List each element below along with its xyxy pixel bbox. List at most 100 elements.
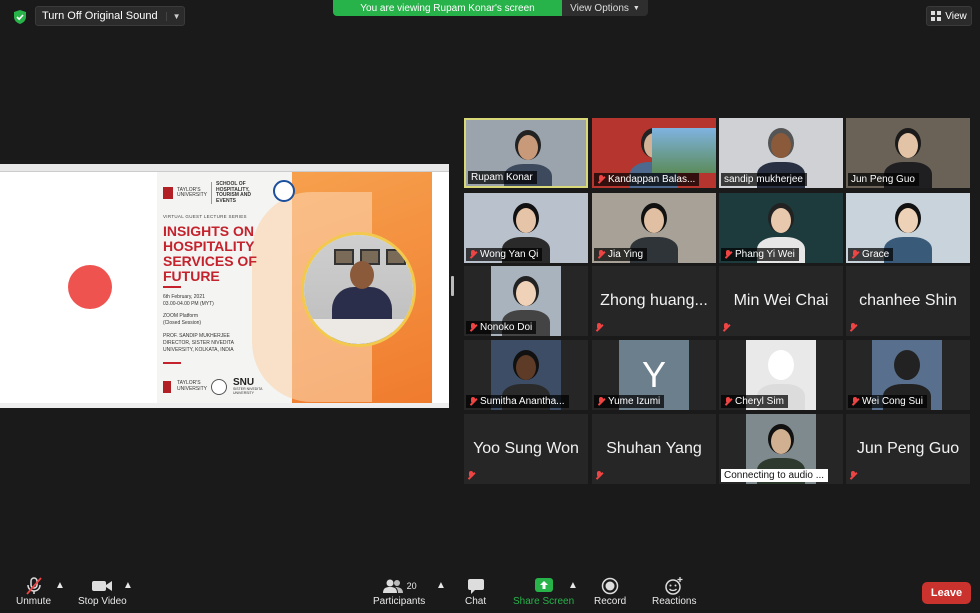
microphone-muted-icon bbox=[851, 397, 859, 406]
smiley-plus-icon bbox=[665, 577, 683, 595]
slide-session: (Closed Session) bbox=[163, 320, 202, 326]
shared-screen[interactable]: TAYLOR'S UNIVERSITY SCHOOL OF HOSPITALIT… bbox=[0, 164, 449, 408]
participant-tile[interactable]: Min Wei Chai bbox=[719, 266, 843, 336]
turn-off-original-sound-button[interactable]: Turn Off Original Sound ▼ bbox=[35, 6, 186, 26]
participant-name: Connecting to audio ... bbox=[724, 470, 825, 481]
microphone-muted-icon bbox=[25, 577, 42, 595]
participant-tile[interactable]: sandip mukherjee bbox=[719, 118, 843, 188]
participant-name-label: Wong Yan Qi bbox=[466, 248, 543, 261]
taylors-logo: TAYLOR'S UNIVERSITY SCHOOL OF HOSPITALIT… bbox=[163, 181, 271, 204]
shared-window-statusbar bbox=[0, 403, 449, 408]
title-underline bbox=[163, 286, 181, 288]
microphone-muted-icon bbox=[595, 471, 603, 480]
share-screen-button[interactable]: Share Screen bbox=[513, 576, 574, 607]
participant-tile[interactable]: chanhee Shin bbox=[846, 266, 970, 336]
participant-name-label: sandip mukherjee bbox=[721, 173, 807, 186]
participant-tile[interactable]: Zhong huang... bbox=[592, 266, 716, 336]
view-button[interactable]: View bbox=[926, 6, 972, 26]
microphone-muted-icon bbox=[467, 471, 475, 480]
leave-button[interactable]: Leave bbox=[922, 582, 971, 604]
splitter-handle[interactable] bbox=[451, 276, 454, 296]
microphone-muted-icon bbox=[469, 323, 477, 332]
participant-name: Rupam Konar bbox=[471, 172, 533, 183]
participant-name: sandip mukherjee bbox=[724, 174, 803, 185]
zoom-meeting-window: Turn Off Original Sound ▼ You are viewin… bbox=[0, 0, 980, 613]
rating-badge-icon bbox=[273, 180, 295, 202]
participant-name: Yume Izumi bbox=[608, 396, 661, 407]
participant-name-label: Sumitha Anantha... bbox=[466, 395, 569, 408]
school-name: SCHOOL OF HOSPITALITY, TOURISM AND EVENT… bbox=[211, 181, 271, 204]
chat-label: Chat bbox=[465, 596, 487, 607]
participant-tile[interactable]: Yoo Sung Won bbox=[464, 414, 588, 484]
snu-seal-icon bbox=[211, 378, 227, 395]
participant-name-large: Yoo Sung Won bbox=[473, 440, 579, 457]
participant-tile[interactable]: Jia Ying bbox=[592, 193, 716, 263]
chevron-down-icon[interactable]: ▼ bbox=[165, 11, 180, 21]
view-options-button[interactable]: View Options ▼ bbox=[562, 0, 648, 16]
microphone-muted-icon bbox=[724, 397, 732, 406]
participant-name: Nonoko Doi bbox=[480, 322, 533, 333]
microphone-muted-icon bbox=[851, 250, 859, 259]
presentation-slide: TAYLOR'S UNIVERSITY SCHOOL OF HOSPITALIT… bbox=[17, 172, 432, 403]
participant-tile[interactable]: Connecting to audio ... bbox=[719, 414, 843, 484]
participants-icon bbox=[382, 579, 403, 593]
participant-tile[interactable]: Phang Yi Wei bbox=[719, 193, 843, 263]
slide-time: 03.00-04.00 PM (MYT) bbox=[163, 301, 214, 307]
series-label: VIRTUAL GUEST LECTURE SERIES bbox=[163, 214, 247, 219]
sound-button-label: Turn Off Original Sound bbox=[42, 10, 158, 22]
viewing-screen-banner: You are viewing Rupam Konar's screen bbox=[333, 0, 562, 16]
view-options-label: View Options bbox=[570, 2, 629, 14]
stop-video-label: Stop Video bbox=[78, 596, 127, 607]
participant-name-label: Wei Cong Sui bbox=[848, 395, 927, 408]
share-screen-label: Share Screen bbox=[513, 596, 575, 607]
chat-bubble-icon bbox=[467, 579, 484, 594]
chat-button[interactable]: Chat bbox=[465, 576, 486, 607]
video-camera-icon bbox=[92, 581, 113, 591]
microphone-muted-icon bbox=[597, 175, 605, 184]
participant-tile[interactable]: Y Yume Izumi bbox=[592, 340, 716, 410]
participant-tile[interactable]: Shuhan Yang bbox=[592, 414, 716, 484]
shield-security-icon[interactable] bbox=[12, 9, 28, 25]
snu-logo-subtext: SISTER NIVEDITA UNIVERSITY bbox=[233, 387, 263, 395]
participant-tile[interactable]: Jun Peng Guo bbox=[846, 414, 970, 484]
participant-tile[interactable]: Jun Peng Guo bbox=[846, 118, 970, 188]
participant-tile[interactable]: Nonoko Doi bbox=[464, 266, 588, 336]
taylors-logo-text: TAYLOR'S UNIVERSITY bbox=[177, 186, 208, 198]
record-label: Record bbox=[594, 596, 627, 607]
participant-tile[interactable]: Rupam Konar bbox=[464, 118, 588, 188]
participant-tile[interactable]: Wei Cong Sui bbox=[846, 340, 970, 410]
stop-video-button[interactable]: Stop Video bbox=[78, 576, 127, 607]
shared-window-titlebar bbox=[0, 164, 449, 172]
audio-options-chevron-icon[interactable]: ▲ bbox=[55, 580, 65, 591]
participant-name: Jia Ying bbox=[608, 249, 644, 260]
reactions-button[interactable]: Reactions bbox=[652, 576, 696, 607]
participant-name-large: Shuhan Yang bbox=[606, 440, 702, 457]
participant-tile[interactable]: Wong Yan Qi bbox=[464, 193, 588, 263]
video-options-chevron-icon[interactable]: ▲ bbox=[123, 580, 133, 591]
participant-name-large: Zhong huang... bbox=[600, 292, 708, 309]
unmute-button[interactable]: Unmute bbox=[16, 576, 51, 607]
speaker-photo bbox=[301, 232, 416, 347]
participant-tile[interactable]: Kandappan Balas... bbox=[592, 118, 716, 188]
participant-tile[interactable]: Sumitha Anantha... bbox=[464, 340, 588, 410]
record-icon bbox=[601, 577, 619, 595]
slide-platform: ZOOM Platform bbox=[163, 313, 199, 319]
taylors-logo-bottom: TAYLOR'S UNIVERSITY bbox=[177, 380, 208, 392]
participants-button[interactable]: 20 Participants bbox=[373, 576, 425, 607]
red-circle-decoration bbox=[68, 265, 112, 309]
taylors-emblem-icon bbox=[163, 380, 171, 393]
microphone-muted-icon bbox=[595, 323, 603, 332]
microphone-muted-icon bbox=[722, 323, 730, 332]
participants-options-chevron-icon[interactable]: ▲ bbox=[436, 580, 446, 591]
share-options-chevron-icon[interactable]: ▲ bbox=[568, 580, 578, 591]
participant-tile[interactable]: Cheryl Sim bbox=[719, 340, 843, 410]
participant-name-label: Grace bbox=[848, 248, 894, 261]
participant-tile[interactable]: Grace bbox=[846, 193, 970, 263]
unmute-label: Unmute bbox=[16, 596, 52, 607]
participant-name-label: Cheryl Sim bbox=[721, 395, 788, 408]
record-button[interactable]: Record bbox=[594, 576, 626, 607]
grid-view-icon bbox=[931, 11, 942, 21]
participant-name-label: Connecting to audio ... bbox=[721, 469, 829, 482]
participants-count: 20 bbox=[406, 581, 417, 591]
participant-name-label: Rupam Konar bbox=[468, 171, 537, 184]
